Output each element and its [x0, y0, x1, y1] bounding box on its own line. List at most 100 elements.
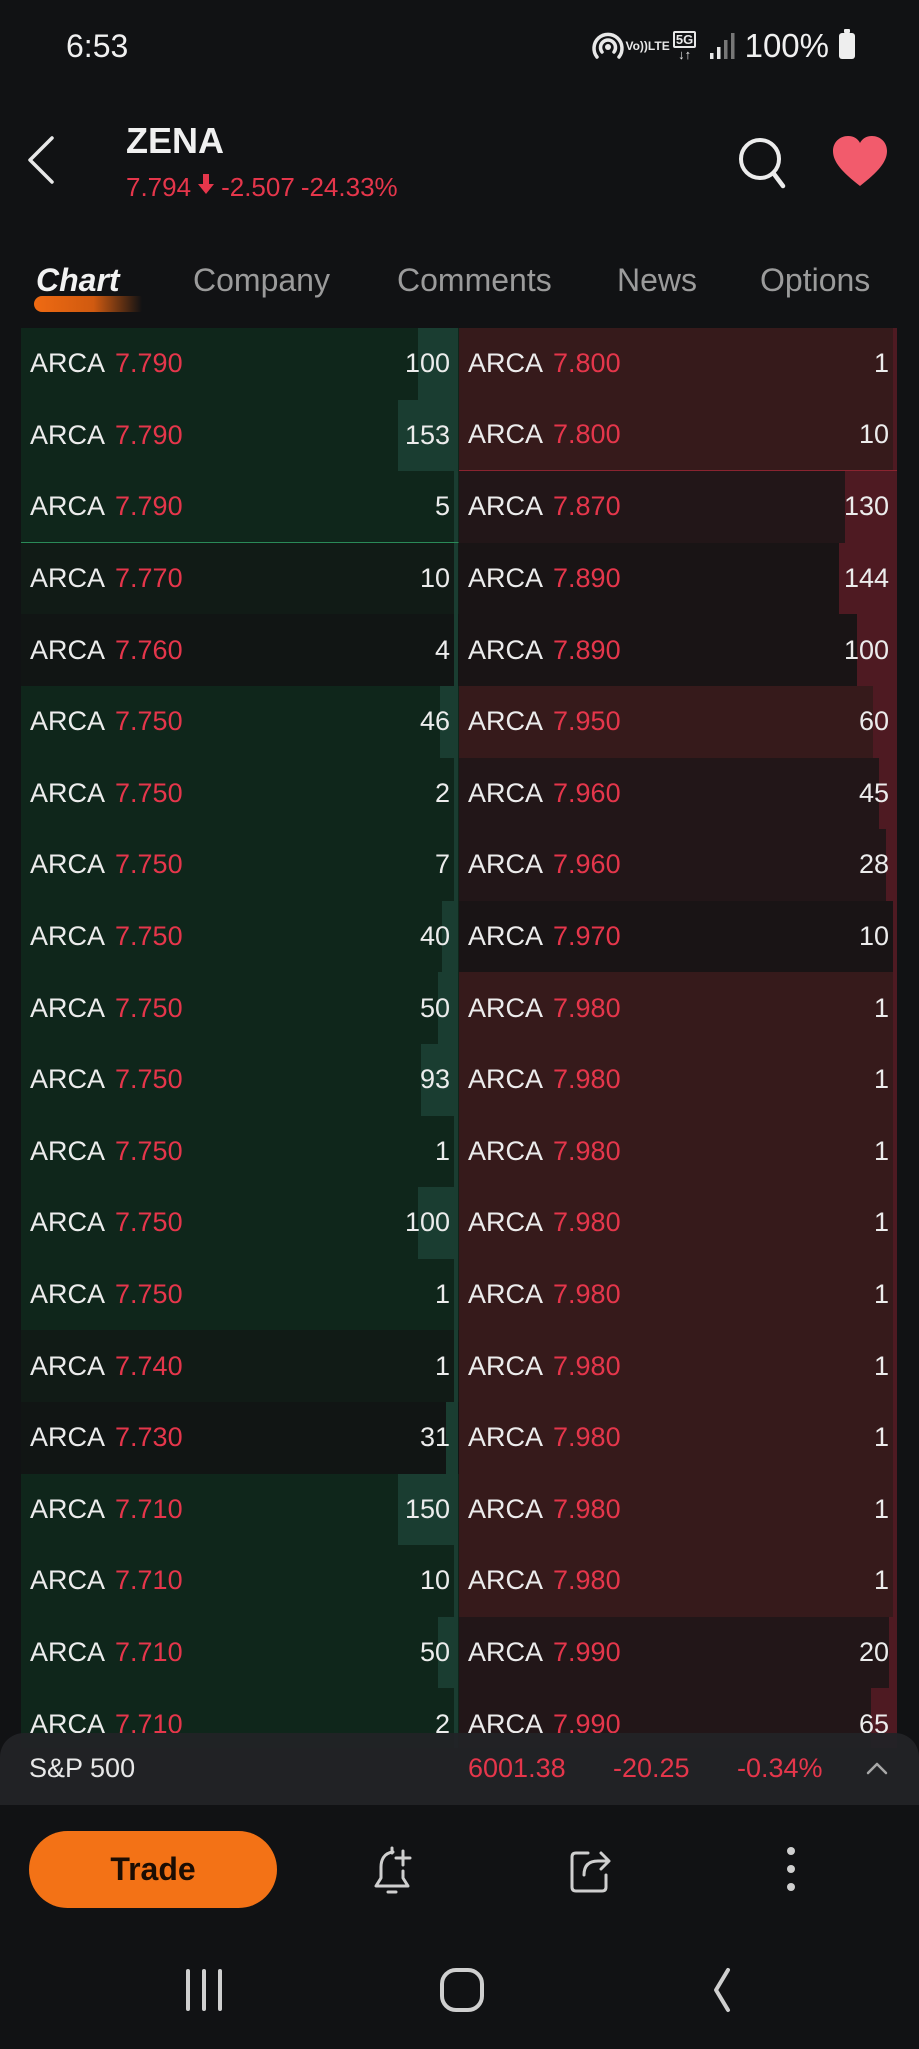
exchange-label: ARCA — [468, 992, 544, 1023]
order-size: 10 — [419, 563, 450, 594]
exchange-label: ARCA — [30, 849, 106, 880]
tab-options[interactable]: Options — [760, 262, 870, 299]
share-button[interactable] — [568, 1845, 618, 1897]
ask-row[interactable]: ARCA 7.980 1 — [459, 1187, 897, 1259]
bid-row[interactable]: ARCA 7.750 1 — [21, 1115, 459, 1188]
ask-row[interactable]: ARCA 7.960 28 — [459, 829, 897, 901]
order-size: 46 — [419, 706, 450, 737]
exchange-label: ARCA — [468, 563, 544, 594]
tab-company[interactable]: Company — [193, 262, 330, 299]
order-price: 7.730 — [115, 1422, 183, 1453]
ask-row[interactable]: ARCA 7.980 1 — [459, 1043, 897, 1116]
order-price: 7.750 — [115, 921, 183, 952]
ask-row[interactable]: ARCA 7.970 10 — [459, 900, 897, 973]
home-button[interactable] — [432, 1965, 492, 2015]
ask-row[interactable]: ARCA 7.980 1 — [459, 1401, 897, 1474]
ask-row[interactable]: ARCA 7.800 1 — [459, 328, 897, 400]
order-size: 100 — [843, 634, 889, 665]
index-ticker-bar[interactable]: S&P 500 6001.38 -20.25 -0.34% — [0, 1733, 919, 1805]
order-size: 1 — [434, 1135, 450, 1166]
order-book[interactable]: ARCA 7.790 100 ARCA 7.790 153 ARCA 7.790 5 ARCA 7.… — [21, 328, 897, 1748]
order-price: 7.970 — [553, 921, 621, 952]
bid-row[interactable]: ARCA 7.710 50 — [21, 1616, 459, 1689]
bid-depth-bar — [454, 1258, 458, 1331]
tab-news[interactable]: News — [617, 262, 697, 299]
action-bar: Trade — [0, 1805, 919, 1925]
ask-row[interactable]: ARCA 7.960 45 — [459, 757, 897, 830]
bid-row[interactable]: ARCA 7.750 93 — [21, 1043, 459, 1116]
bid-row[interactable]: ARCA 7.750 2 — [21, 757, 459, 830]
bid-row[interactable]: ARCA 7.790 5 — [21, 471, 459, 543]
expand-index-button[interactable] — [862, 1755, 892, 1781]
order-price: 7.710 — [115, 1565, 183, 1596]
recents-button[interactable] — [174, 1965, 234, 2015]
order-size: 5 — [434, 490, 450, 521]
bid-row[interactable]: ARCA 7.750 100 — [21, 1187, 459, 1259]
exchange-label: ARCA — [468, 348, 544, 379]
order-price: 7.750 — [115, 849, 183, 880]
arrow-down-icon — [197, 173, 215, 202]
bid-depth-bar — [454, 829, 458, 901]
exchange-label: ARCA — [468, 849, 544, 880]
ask-row[interactable]: ARCA 7.980 1 — [459, 1115, 897, 1188]
bid-row[interactable]: ARCA 7.750 50 — [21, 972, 459, 1044]
bid-row[interactable]: ARCA 7.730 31 — [21, 1401, 459, 1474]
order-price: 7.800 — [553, 419, 621, 450]
order-size: 2 — [434, 777, 450, 808]
bid-row[interactable]: ARCA 7.710 150 — [21, 1473, 459, 1546]
tab-comments[interactable]: Comments — [397, 262, 552, 299]
more-vertical-icon — [787, 1847, 795, 1891]
bid-row[interactable]: ARCA 7.790 100 — [21, 328, 459, 400]
bid-row[interactable]: ARCA 7.710 10 — [21, 1545, 459, 1617]
order-price: 7.750 — [115, 1207, 183, 1238]
trade-button[interactable]: Trade — [29, 1831, 277, 1908]
ask-row[interactable]: ARCA 7.950 60 — [459, 685, 897, 758]
battery-icon — [839, 29, 855, 59]
order-size: 1 — [434, 1350, 450, 1381]
exchange-label: ARCA — [30, 1350, 106, 1381]
exchange-label: ARCA — [30, 1207, 106, 1238]
bid-row[interactable]: ARCA 7.750 1 — [21, 1258, 459, 1331]
ask-side: ARCA 7.800 1 ARCA 7.800 10 ARCA 7.870 130 ARCA 7.8… — [459, 328, 897, 1748]
ask-row[interactable]: ARCA 7.980 1 — [459, 1473, 897, 1546]
ask-row[interactable]: ARCA 7.980 1 — [459, 1258, 897, 1331]
ask-depth-bar — [893, 1115, 897, 1188]
favorite-button[interactable] — [830, 134, 890, 190]
ask-row[interactable]: ARCA 7.990 20 — [459, 1616, 897, 1689]
ask-row[interactable]: ARCA 7.870 130 — [459, 471, 897, 543]
exchange-label: ARCA — [30, 490, 106, 521]
ask-row[interactable]: ARCA 7.890 100 — [459, 614, 897, 686]
exchange-label: ARCA — [468, 921, 544, 952]
ask-row[interactable]: ARCA 7.800 10 — [459, 399, 897, 472]
order-size: 28 — [858, 849, 889, 880]
search-button[interactable] — [735, 134, 791, 194]
back-icon — [714, 1968, 730, 2012]
ask-row[interactable]: ARCA 7.980 1 — [459, 1545, 897, 1617]
exchange-label: ARCA — [468, 1350, 544, 1381]
ask-row[interactable]: ARCA 7.980 1 — [459, 1330, 897, 1402]
tab-chart[interactable]: Chart — [36, 262, 120, 299]
order-size: 1 — [873, 992, 889, 1023]
ask-row[interactable]: ARCA 7.980 1 — [459, 972, 897, 1044]
bid-row[interactable]: ARCA 7.740 1 — [21, 1330, 459, 1402]
order-price: 7.980 — [553, 1135, 621, 1166]
bid-row[interactable]: ARCA 7.750 7 — [21, 829, 459, 901]
order-price: 7.980 — [553, 1493, 621, 1524]
bid-row[interactable]: ARCA 7.770 10 — [21, 542, 459, 615]
more-button[interactable] — [766, 1845, 816, 1897]
exchange-label: ARCA — [30, 1636, 106, 1667]
bid-row[interactable]: ARCA 7.750 40 — [21, 900, 459, 973]
ask-row[interactable]: ARCA 7.890 144 — [459, 542, 897, 615]
system-back-button[interactable] — [692, 1965, 752, 2015]
bid-row[interactable]: ARCA 7.750 46 — [21, 685, 459, 758]
bid-row[interactable]: ARCA 7.790 153 — [21, 399, 459, 472]
order-size: 10 — [858, 921, 889, 952]
chevron-up-icon — [866, 1762, 888, 1775]
order-price: 7.770 — [115, 563, 183, 594]
back-button[interactable] — [22, 132, 72, 192]
add-alert-button[interactable] — [370, 1845, 420, 1897]
bid-row[interactable]: ARCA 7.760 4 — [21, 614, 459, 686]
ask-depth-bar — [893, 1401, 897, 1474]
order-size: 93 — [419, 1064, 450, 1095]
status-bar: 6:53 Vo)) LTE 5G ↓↑ 100% — [0, 0, 919, 95]
